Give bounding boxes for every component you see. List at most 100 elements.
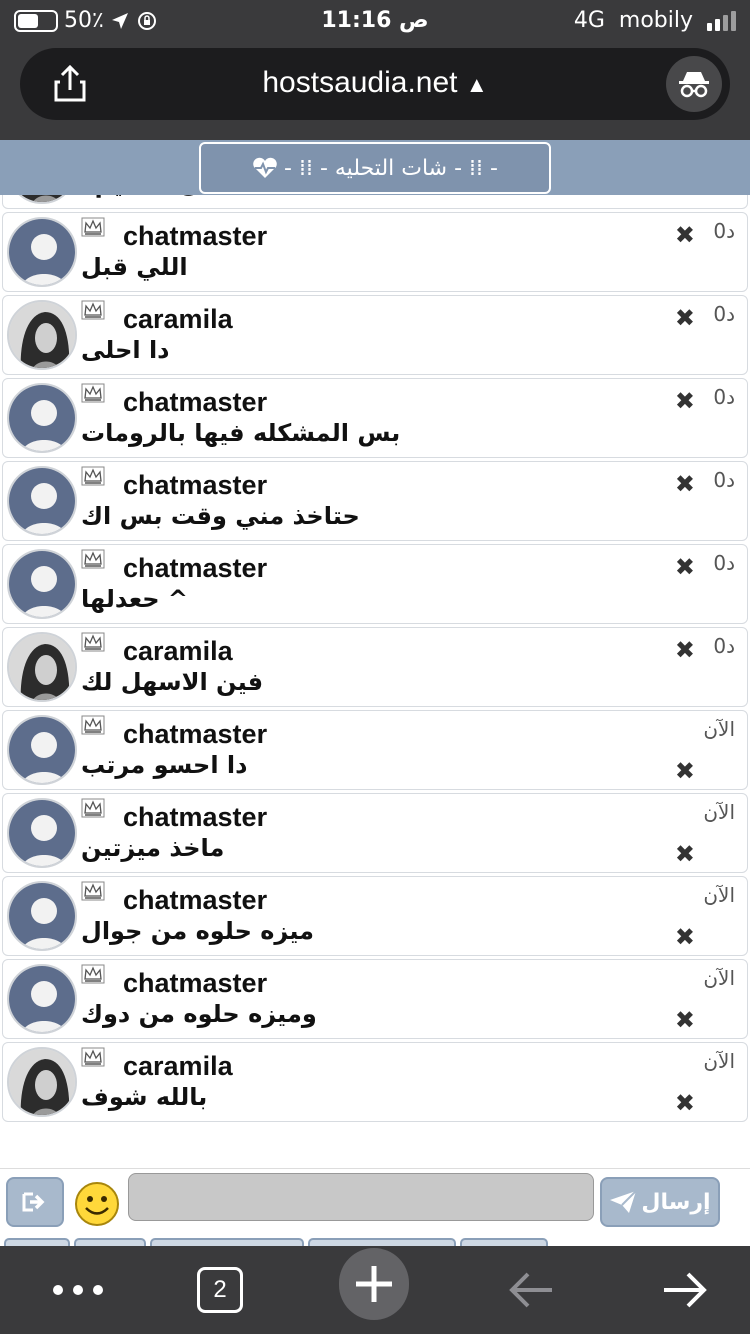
delete-icon[interactable]: ✖ [675, 1006, 695, 1034]
message-time: 0د [713, 634, 735, 658]
room-title-button[interactable]: - ⁞⁞ - شات التحليه - ⁞⁞ - [199, 142, 551, 194]
avatar[interactable] [7, 549, 77, 619]
crown-icon [81, 549, 105, 569]
message-time: الآن [703, 966, 735, 990]
avatar[interactable] [7, 466, 77, 536]
more-menu-button[interactable] [43, 1260, 113, 1320]
username[interactable]: chatmaster [123, 553, 267, 584]
plus-icon [356, 1266, 392, 1302]
crown-icon [81, 1047, 105, 1067]
message-row: chatmaster ^ حعدلها 0د ✖ [2, 544, 748, 624]
url-domain: hostsaudia.net [262, 66, 458, 99]
delete-icon[interactable]: ✖ [675, 757, 695, 785]
message-text: اللي قبل [81, 253, 188, 281]
username[interactable]: chatmaster [123, 802, 267, 833]
url-text[interactable]: hostsaudia.net ▲ [20, 66, 730, 100]
delete-icon[interactable]: ✖ [675, 840, 695, 868]
username[interactable]: chatmaster [123, 470, 267, 501]
status-bar: 50٪ 11:16 ص 4G mobily [0, 0, 750, 42]
message-row: chatmaster دا احسو مرتب الآن ✖ [2, 710, 748, 790]
address-bar[interactable]: hostsaudia.net ▲ [20, 48, 730, 120]
message-row: chatmaster وميزه حلوه من دوك الآن ✖ [2, 959, 748, 1039]
avatar[interactable] [7, 1047, 77, 1117]
delete-icon[interactable]: ✖ [675, 636, 695, 664]
message-time: 0د [713, 219, 735, 243]
delete-icon[interactable]: ✖ [675, 470, 695, 498]
message-time: 0د [713, 385, 735, 409]
logout-icon [22, 1192, 45, 1212]
message-time: 0د [713, 468, 735, 492]
browser-chrome: 50٪ 11:16 ص 4G mobily hostsaudia.net ▲ [0, 0, 750, 140]
network-type: 4G [573, 8, 605, 33]
username[interactable]: chatmaster [123, 885, 267, 916]
crown-icon [81, 798, 105, 818]
tabs-count: 2 [197, 1267, 243, 1313]
message-time: الآن [703, 717, 735, 741]
username[interactable]: chatmaster [123, 387, 267, 418]
logout-button[interactable] [6, 1177, 64, 1227]
back-button[interactable] [496, 1260, 566, 1320]
crown-icon [81, 715, 105, 735]
tab-strip [0, 1238, 750, 1246]
delete-icon[interactable]: ✖ [675, 387, 695, 415]
crown-icon [81, 300, 105, 320]
message-time: الآن [703, 1049, 735, 1073]
avatar[interactable] [7, 300, 77, 370]
incognito-icon[interactable] [666, 56, 722, 112]
new-tab-button[interactable] [339, 1248, 409, 1320]
avatar[interactable] [7, 217, 77, 287]
username[interactable]: chatmaster [123, 221, 267, 252]
avatar[interactable] [7, 715, 77, 785]
send-button[interactable]: إرسال [600, 1177, 720, 1227]
delete-icon[interactable]: ✖ [675, 1089, 695, 1117]
username[interactable]: chatmaster [123, 719, 267, 750]
message-row: chatmaster بس المشكله فيها بالرومات 0د ✖ [2, 378, 748, 458]
message-input[interactable] [128, 1173, 594, 1221]
username[interactable]: chatmaster [123, 968, 267, 999]
username[interactable]: caramila [123, 1051, 233, 1082]
message-row: caramilaالشكل القديم؟0د✖ [2, 195, 748, 209]
crown-icon [81, 217, 105, 237]
message-list[interactable]: caramilaالشكل القديم؟0د✖chatmasterاللي ق… [0, 195, 750, 1165]
avatar[interactable] [7, 383, 77, 453]
message-text: ^ حعدلها [81, 585, 189, 613]
crown-icon [81, 964, 105, 984]
message-time: الآن [703, 800, 735, 824]
arrow-right-icon [664, 1272, 707, 1308]
username[interactable]: caramila [123, 304, 233, 335]
avatar[interactable] [7, 964, 77, 1034]
message-text: دا احسو مرتب [81, 751, 248, 779]
message-text: الشكل القديم؟ [81, 195, 257, 198]
message-row: chatmaster ميزه حلوه من جوال الآن ✖ [2, 876, 748, 956]
message-text: وميزه حلوه من دوك [81, 1000, 317, 1028]
carrier-name: mobily [618, 8, 693, 33]
arrow-left-icon [509, 1272, 552, 1308]
message-time: 0د [713, 302, 735, 326]
tabs-button[interactable]: 2 [185, 1260, 255, 1320]
delete-icon[interactable]: ✖ [675, 923, 695, 951]
browser-toolbar: 2 [0, 1246, 750, 1334]
signal-icon [707, 10, 736, 31]
avatar[interactable] [7, 798, 77, 868]
message-time: 0د [713, 551, 735, 575]
delete-icon[interactable]: ✖ [675, 221, 695, 249]
emoji-icon[interactable] [74, 1181, 120, 1227]
avatar[interactable] [7, 632, 77, 702]
message-row: caramila دا احلى 0د ✖ [2, 295, 748, 375]
message-row: caramila فين الاسهل لك 0د ✖ [2, 627, 748, 707]
avatar[interactable] [7, 195, 77, 204]
forward-button[interactable] [650, 1260, 720, 1320]
message-text: حتاخذ مني وقت بس اك [81, 502, 360, 530]
warning-icon: ▲ [465, 72, 488, 97]
message-row: caramila بالله شوف الآن ✖ [2, 1042, 748, 1122]
message-row: chatmaster ماخذ ميزتين الآن ✖ [2, 793, 748, 873]
avatar[interactable] [7, 881, 77, 951]
delete-icon[interactable]: ✖ [675, 553, 695, 581]
delete-icon[interactable]: ✖ [675, 304, 695, 332]
crown-icon [81, 466, 105, 486]
paper-plane-icon [610, 1190, 638, 1213]
message-row: chatmaster اللي قبل 0د ✖ [2, 212, 748, 292]
message-text: ميزه حلوه من جوال [81, 917, 314, 945]
composer: إرسال [0, 1168, 750, 1238]
username[interactable]: caramila [123, 636, 233, 667]
